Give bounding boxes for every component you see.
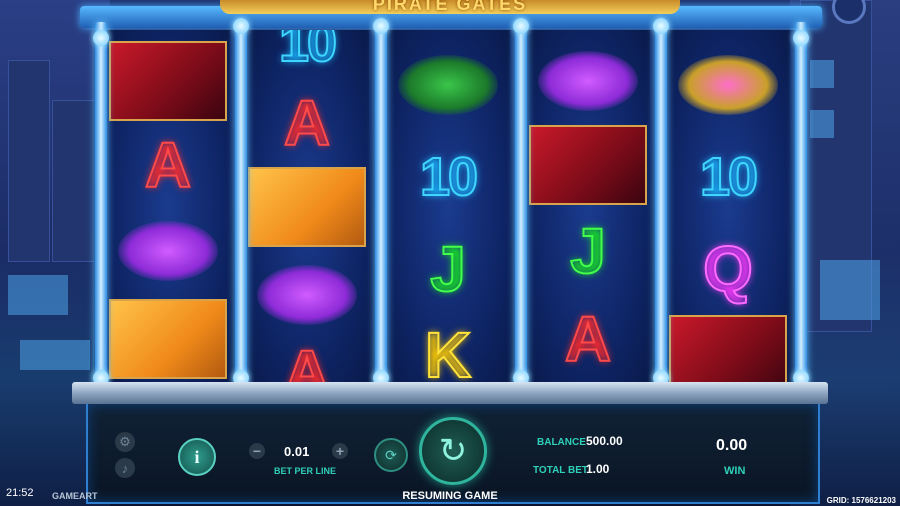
symbol-heroine bbox=[106, 296, 230, 382]
status-message: RESUMING GAME bbox=[402, 490, 498, 502]
win-label: WIN bbox=[724, 465, 746, 477]
reel-divider bbox=[515, 22, 527, 392]
symbol-10: 10 bbox=[386, 134, 510, 220]
villain-icon bbox=[669, 315, 787, 382]
reel-4: JA bbox=[526, 30, 650, 382]
pillar-gem-icon bbox=[233, 18, 249, 34]
vehicle-icon bbox=[398, 55, 498, 115]
balance-value: 500.00 bbox=[586, 434, 623, 448]
symbol-label: A bbox=[144, 129, 192, 201]
symbol-j: J bbox=[386, 226, 510, 312]
game-title: PIRATE GATES bbox=[372, 0, 528, 14]
gear-icon[interactable]: ⚙ bbox=[115, 432, 135, 452]
symbol-q: Q bbox=[666, 226, 790, 312]
symbol-a: A bbox=[245, 80, 369, 166]
symbol-treasure bbox=[666, 42, 790, 128]
symbol-villain bbox=[526, 122, 650, 208]
reel-1: A bbox=[106, 30, 230, 382]
lit-window bbox=[20, 340, 90, 370]
reel-frame-ledge bbox=[72, 382, 828, 404]
symbol-plane bbox=[106, 208, 230, 294]
symbol-10: 10 bbox=[666, 134, 790, 220]
reel-divider bbox=[235, 22, 247, 392]
spin-arrow-icon: ↻ bbox=[438, 432, 468, 470]
symbol-label: A bbox=[283, 87, 331, 159]
symbol-villain bbox=[666, 312, 790, 382]
symbol-10: 10 bbox=[245, 30, 369, 86]
balance-label: BALANCE bbox=[537, 437, 586, 448]
pillar-gem-icon bbox=[793, 30, 809, 46]
symbol-plane bbox=[526, 38, 650, 124]
building bbox=[52, 100, 100, 262]
reel-divider bbox=[655, 22, 667, 392]
symbol-a: A bbox=[526, 296, 650, 382]
heroine-icon bbox=[109, 299, 227, 379]
spin-button[interactable]: ↻ bbox=[419, 417, 487, 485]
plane-icon bbox=[118, 221, 218, 281]
symbol-label: 10 bbox=[419, 147, 479, 207]
bet-per-line-value: 0.01 bbox=[284, 444, 310, 459]
symbol-vehicle bbox=[386, 42, 510, 128]
grid-id: GRID: 1576621203 bbox=[826, 496, 896, 505]
reel-divider bbox=[795, 22, 807, 392]
pillar-gem-icon bbox=[373, 18, 389, 34]
symbol-j: J bbox=[526, 208, 650, 294]
plane-icon bbox=[257, 265, 357, 325]
symbol-villain bbox=[106, 38, 230, 124]
building bbox=[8, 60, 50, 262]
symbol-label: Q bbox=[702, 233, 754, 305]
villain-icon bbox=[109, 41, 227, 121]
lit-window bbox=[820, 260, 880, 320]
reel-divider bbox=[95, 22, 107, 392]
treasure-icon bbox=[678, 55, 778, 115]
villain-icon bbox=[529, 125, 647, 205]
autoplay-button[interactable]: ⟳ bbox=[374, 438, 408, 472]
pillar-gem-icon bbox=[653, 18, 669, 34]
total-bet-value: 1.00 bbox=[586, 462, 610, 476]
info-button[interactable]: i bbox=[178, 438, 216, 476]
symbol-label: K bbox=[424, 319, 472, 382]
bet-per-line-label: BET PER LINE bbox=[274, 466, 337, 476]
symbol-label: A bbox=[564, 303, 612, 375]
symbol-label: 10 bbox=[699, 147, 759, 207]
symbol-a: A bbox=[245, 330, 369, 382]
bet-increase-button[interactable]: + bbox=[332, 443, 348, 459]
symbol-a: A bbox=[106, 122, 230, 208]
bet-decrease-button[interactable]: − bbox=[249, 443, 265, 459]
symbol-label: 10 bbox=[278, 30, 338, 73]
autoplay-icon: ⟳ bbox=[385, 446, 397, 463]
total-bet-label: TOTAL BET bbox=[533, 465, 588, 476]
reel-5: 10 Q bbox=[666, 30, 790, 382]
reel-2: 10 A A bbox=[245, 30, 369, 382]
symbol-label: A bbox=[283, 337, 331, 382]
reel-divider bbox=[375, 22, 387, 392]
pillar-gem-icon bbox=[93, 30, 109, 46]
plane-icon bbox=[538, 51, 638, 111]
lit-window bbox=[810, 60, 834, 88]
symbol-plane bbox=[245, 252, 369, 338]
speaker-icon[interactable]: ♪ bbox=[115, 458, 135, 478]
symbol-label: J bbox=[429, 233, 467, 305]
symbol-k: K bbox=[386, 312, 510, 382]
win-value: 0.00 bbox=[716, 437, 748, 454]
lit-window bbox=[810, 110, 834, 138]
reel-area: A 10 A A 10 J K JA 10 Q bbox=[94, 30, 806, 382]
game-logo: PIRATE GATES bbox=[220, 0, 680, 14]
heroine-icon bbox=[248, 167, 366, 247]
symbol-heroine bbox=[245, 164, 369, 250]
lit-window bbox=[8, 275, 68, 315]
reel-3: 10 J K bbox=[386, 30, 510, 382]
pillar-gem-icon bbox=[513, 18, 529, 34]
symbol-label: J bbox=[569, 215, 607, 287]
